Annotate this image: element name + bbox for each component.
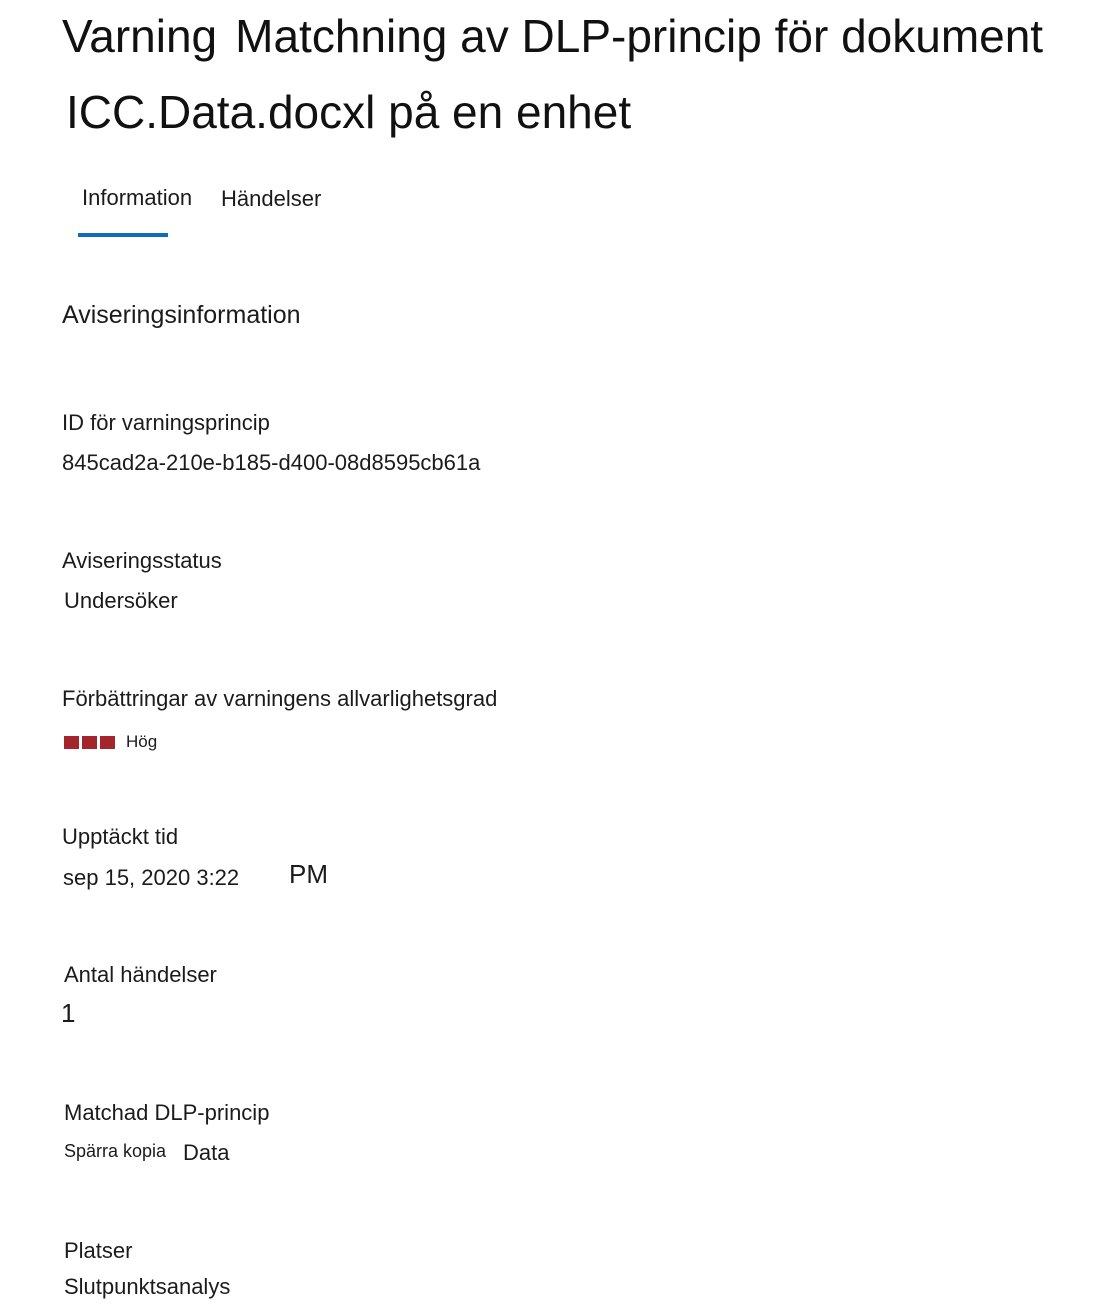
status-value: Undersöker [64, 588, 178, 613]
page-title: Varning Matchning av DLP-princip för doku… [62, 8, 1043, 64]
title-main: Matchning av DLP-princip för dokument [235, 10, 1044, 62]
page-title-line2: ICC.Data.docxl på en enhet [66, 86, 632, 138]
severity-indicator: Hög [64, 729, 157, 755]
policy-id-label: ID för varningsprincip [62, 410, 270, 435]
tab-information[interactable]: Information [82, 182, 192, 214]
selected-tab-indicator [78, 233, 168, 237]
matched-policy-value-2[interactable]: Data [183, 1138, 229, 1168]
severity-bar-1 [64, 735, 79, 749]
section-title: Aviseringsinformation [62, 301, 301, 329]
severity-bar-3 [100, 735, 115, 749]
locations-value: Slutpunktsanalys [64, 1274, 231, 1299]
event-count-value: 1 [61, 998, 76, 1028]
matched-policy-value-1[interactable]: Spärra kopia [64, 1136, 166, 1166]
detected-time-label: Upptäckt tid [62, 824, 179, 849]
severity-bar-2 [82, 735, 97, 749]
policy-id-value: 845cad2a-210e-b185-d400-08d8595cb61a [62, 450, 481, 475]
severity-label: Förbättringar av varningens allvarlighet… [62, 686, 498, 711]
detected-time-ampm: PM [289, 859, 328, 889]
locations-label: Platser [64, 1238, 133, 1263]
tab-events[interactable]: Händelser [221, 183, 321, 215]
title-prefix: Varning [62, 10, 218, 62]
severity-value: Hög [126, 732, 158, 751]
event-count-label: Antal händelser [64, 962, 217, 987]
detected-time-value: sep 15, 2020 3:22 [63, 865, 240, 890]
matched-policy-label: Matchad DLP-princip [64, 1100, 270, 1125]
status-label: Aviseringsstatus [62, 548, 222, 573]
